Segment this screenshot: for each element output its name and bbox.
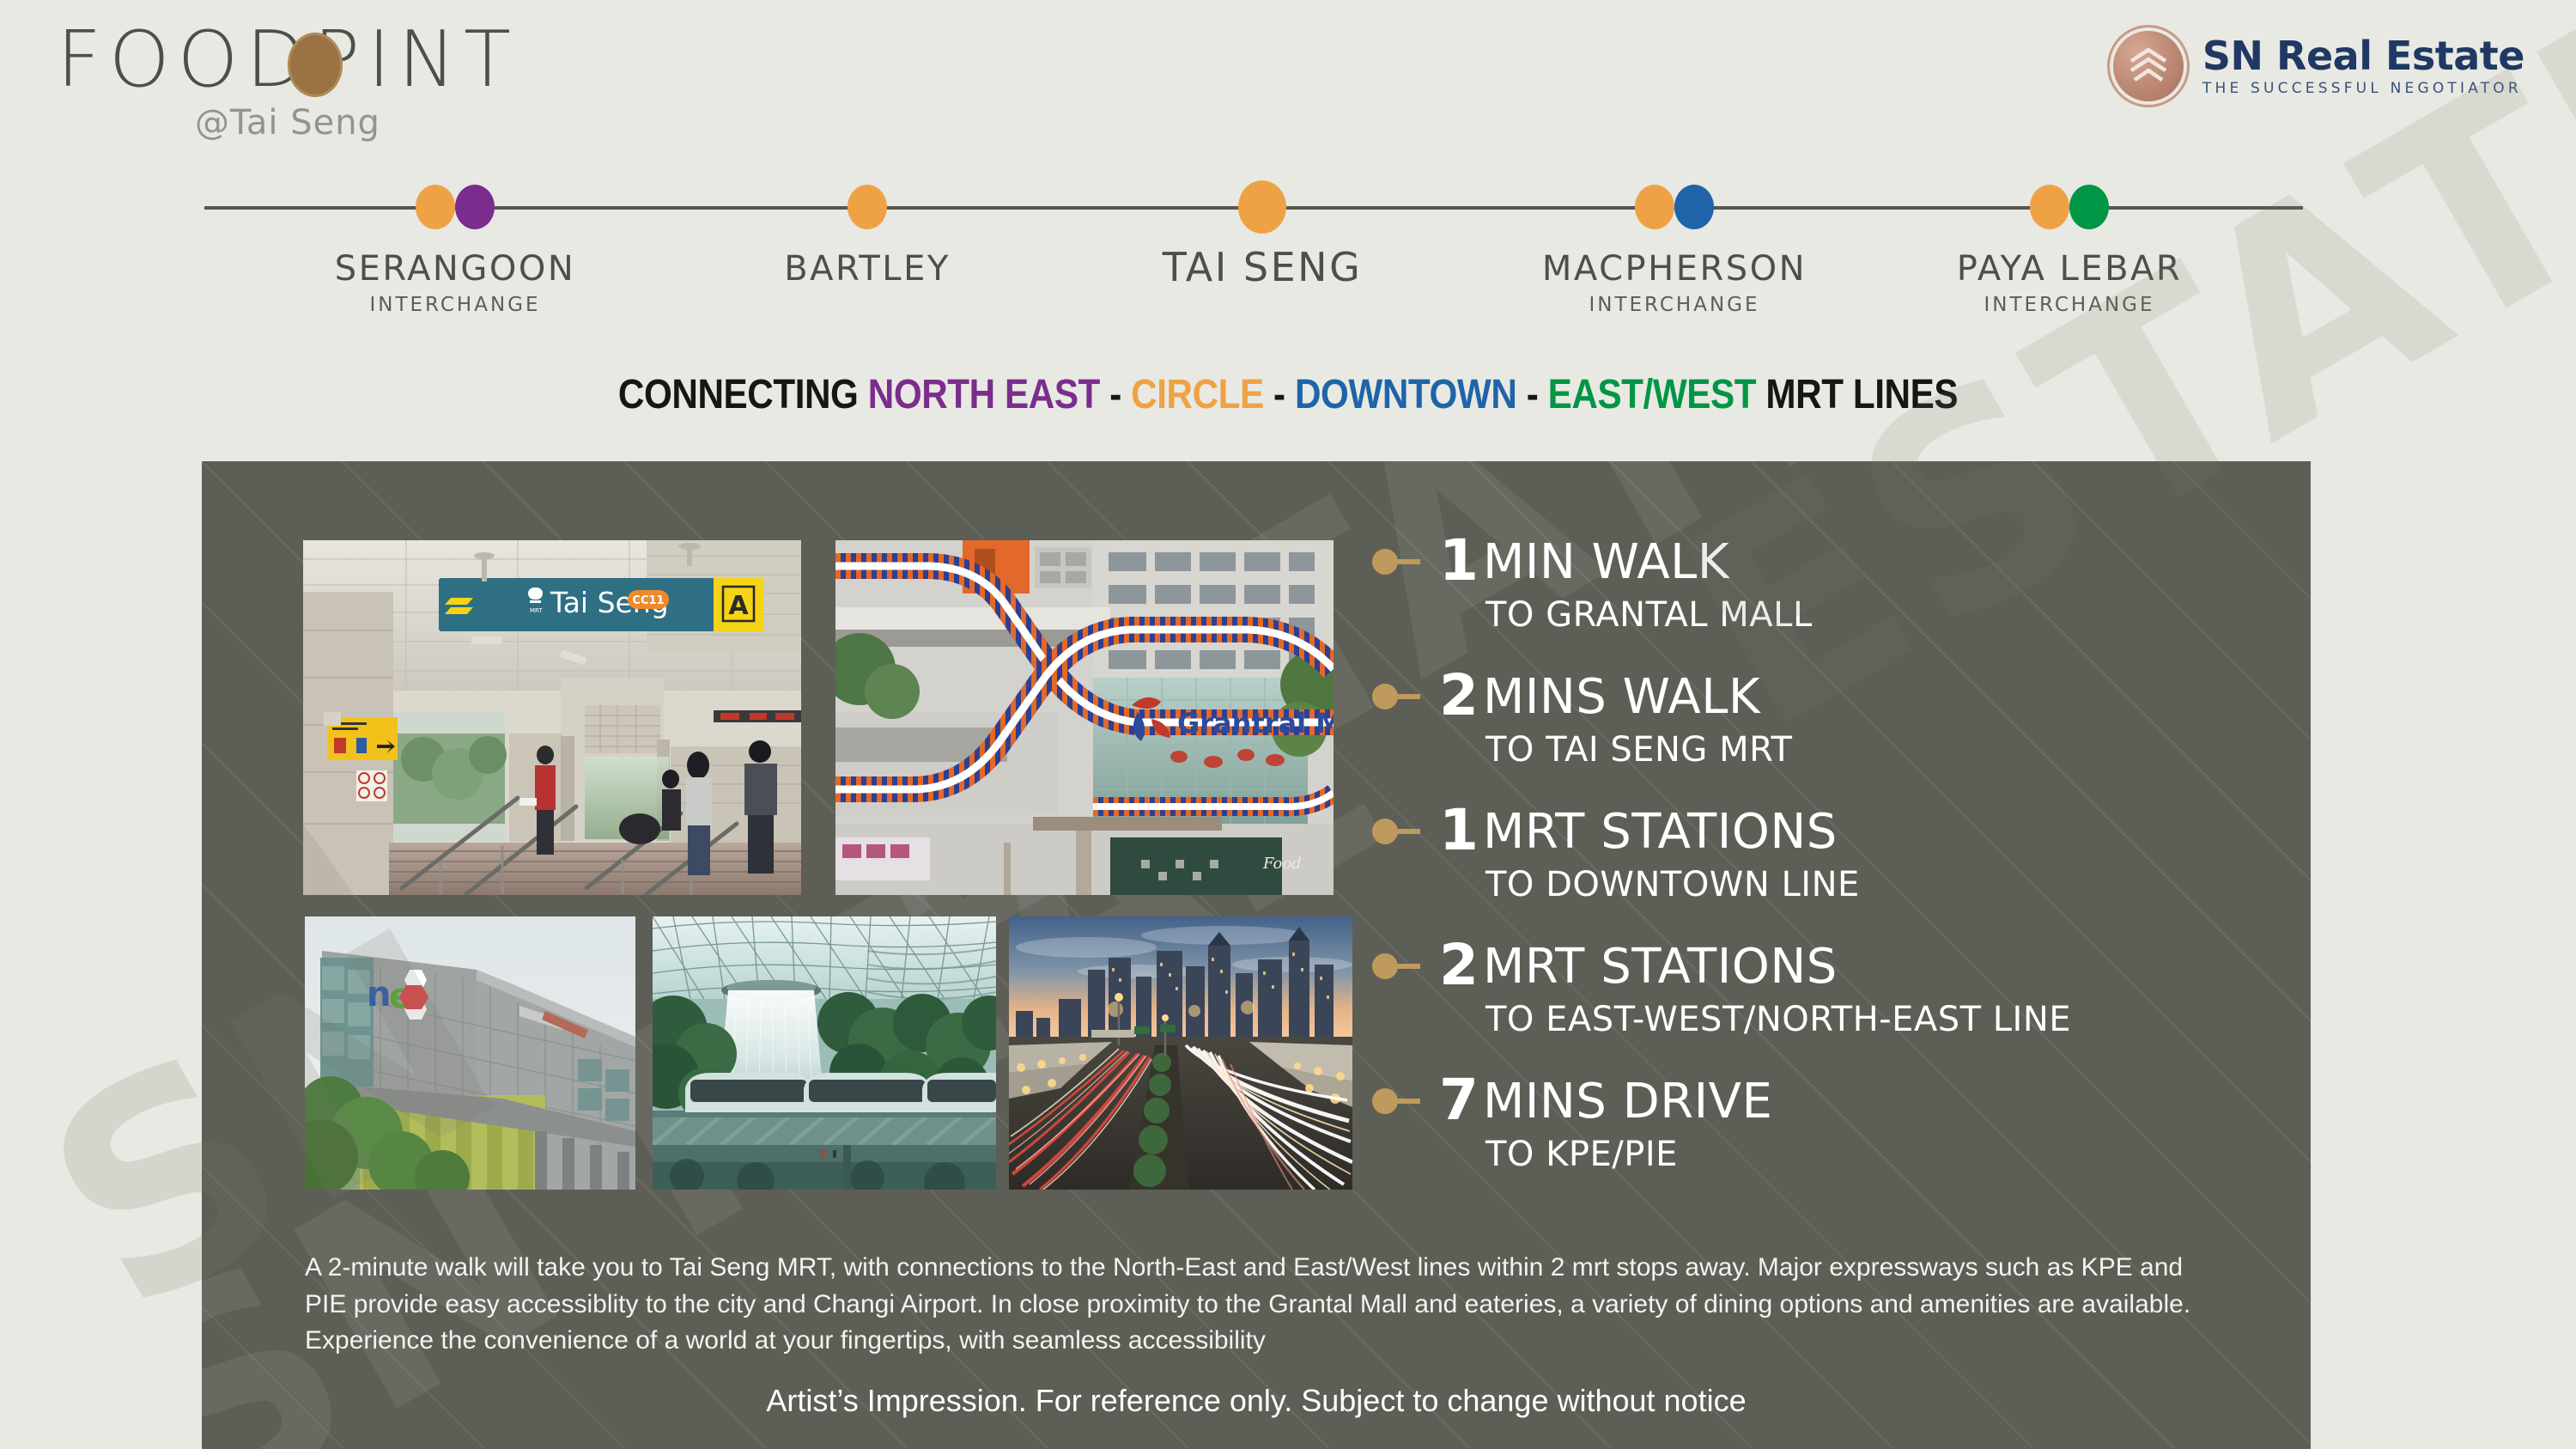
- mrt-line-dot: [1674, 185, 1714, 229]
- stats-list: 1 MIN WALK TO GRANTAL MALL 2 MINS WALK TO T…: [1372, 533, 2282, 1207]
- mrt-station-name: MACPHERSON: [1541, 249, 1807, 289]
- mrt-dot-group: [1451, 180, 1898, 234]
- mrt-station-paya-lebar[interactable]: PAYA LEBAR INTERCHANGE: [1846, 180, 2293, 316]
- mrt-dot-group: [644, 180, 1091, 234]
- mrt-line-dot: [848, 185, 887, 229]
- disclaimer-text: Artist’s Impression. For reference only.…: [766, 1383, 1747, 1418]
- stat-item: 2 MRT STATIONS TO EAST-WEST/NORTH-EAST LI…: [1372, 937, 2282, 1039]
- photo-grantral-mall: Grantral Mall Food: [835, 540, 1334, 895]
- connecting-suffix: MRT LINES: [1756, 372, 1959, 417]
- mrt-line-dot: [1238, 180, 1286, 234]
- mrt-station-sub: INTERCHANGE: [369, 294, 541, 316]
- mrt-station-serangoon[interactable]: SERANGOON INTERCHANGE: [232, 180, 678, 316]
- stat-unit: MINS WALK: [1483, 669, 1761, 725]
- stat-unit: MIN WALK: [1483, 534, 1730, 590]
- mrt-dot-group: [1039, 180, 1485, 234]
- stat-headline: 1 MIN WALK: [1372, 533, 2282, 591]
- sn-real-estate-logo: SN Real Estate THE SUCCESSFUL NEGOTIATOR: [2112, 31, 2525, 101]
- stat-detail: TO EAST-WEST/NORTH-EAST LINE: [1485, 1000, 2072, 1039]
- logo-text-post: INT: [368, 15, 519, 105]
- mrt-station-macpherson[interactable]: MACPHERSON INTERCHANGE: [1451, 180, 1898, 316]
- connecting-line-name: CIRCLE: [1131, 372, 1264, 417]
- connecting-line-name: -: [1099, 372, 1132, 417]
- stat-detail: TO DOWNTOWN LINE: [1485, 865, 1860, 904]
- logo-subtitle: @Tai Seng: [195, 103, 380, 143]
- stat-unit: MRT STATIONS: [1483, 804, 1838, 860]
- stat-item: 1 MRT STATIONS TO DOWNTOWN LINE: [1372, 802, 2282, 904]
- connecting-lines-caption: CONNECTING NORTH EAST - CIRCLE - DOWNTOW…: [155, 371, 2421, 418]
- mrt-line-dot: [2069, 185, 2109, 229]
- logo-wordmark: FOODPINT: [0, 19, 575, 101]
- stat-headline: 2 MINS WALK: [1372, 667, 2282, 726]
- connecting-line-name: NORTH EAST: [867, 372, 1101, 417]
- photo-jewel-changi: [653, 916, 996, 1190]
- sn-emblem-icon: [2112, 31, 2184, 101]
- stat-item: 7 MINS DRIVE TO KPE/PIE: [1372, 1072, 2282, 1174]
- svg-text:Grantral Mall: Grantral Mall: [1177, 707, 1334, 740]
- svg-text:MRT: MRT: [530, 607, 543, 614]
- stat-detail: TO TAI SENG MRT: [1485, 730, 1793, 770]
- svg-text:Food: Food: [1262, 855, 1302, 873]
- mrt-timeline: SERANGOON INTERCHANGE BARTLEY TAI SENG MACPH…: [0, 180, 2576, 335]
- pin-marker-icon: [1372, 684, 1420, 709]
- connecting-prefix: CONNECTING: [617, 372, 868, 417]
- svg-text:CC11: CC11: [632, 594, 664, 607]
- mrt-line-dot: [416, 185, 455, 229]
- mrt-station-sub: INTERCHANGE: [1984, 294, 2155, 316]
- description-paragraph: A 2-minute walk will take you to Tai Sen…: [305, 1253, 2191, 1355]
- mrt-dot-group: [1846, 180, 2293, 234]
- photo-nex-mall: n e: [305, 916, 635, 1190]
- mrt-station-name: PAYA LEBAR: [1956, 249, 2183, 289]
- stat-number: 2: [1439, 662, 1479, 728]
- mrt-station-bartley[interactable]: BARTLEY: [644, 180, 1091, 289]
- photo-expressway: [1009, 916, 1352, 1190]
- svg-text:A: A: [728, 591, 749, 621]
- stat-number: 1: [1439, 527, 1479, 594]
- svg-text:n: n: [367, 975, 391, 1014]
- stat-detail: TO KPE/PIE: [1485, 1135, 1678, 1174]
- stat-unit: MINS DRIVE: [1483, 1074, 1773, 1129]
- agency-tagline: THE SUCCESSFUL NEGOTIATOR: [2202, 80, 2522, 97]
- mrt-station-name: BARTLEY: [784, 249, 951, 289]
- connecting-line-name: EAST/WEST: [1547, 372, 1757, 417]
- stat-headline: 1 MRT STATIONS: [1372, 802, 2282, 861]
- stat-headline: 2 MRT STATIONS: [1372, 937, 2282, 995]
- connecting-line-name: -: [1263, 372, 1295, 417]
- connecting-line-name: -: [1516, 372, 1548, 417]
- connecting-line-name: DOWNTOWN: [1294, 372, 1517, 417]
- pin-marker-icon: [1372, 549, 1420, 575]
- mrt-line-dot: [1635, 185, 1674, 229]
- pin-marker-icon: [1372, 1088, 1420, 1114]
- page-header: FOODPINT @Tai Seng SN Real Estate THE SU…: [0, 0, 2576, 176]
- agency-name: SN Real Estate: [2202, 33, 2525, 79]
- photo-tai-seng-mrt: A MRT Tai Seng CC11: [303, 540, 801, 895]
- logo-dot-icon: [288, 33, 343, 97]
- mrt-station-sub: INTERCHANGE: [1589, 294, 1760, 316]
- mrt-station-name: SERANGOON: [334, 249, 576, 289]
- foodpoint-logo: FOODPINT @Tai Seng: [0, 19, 575, 143]
- pin-marker-icon: [1372, 819, 1420, 844]
- stat-number: 1: [1439, 797, 1479, 863]
- feature-panel: SN REAL ESTATE: [202, 461, 2311, 1449]
- mrt-line-dot: [455, 185, 495, 229]
- stat-number: 2: [1439, 932, 1479, 998]
- stat-item: 1 MIN WALK TO GRANTAL MALL: [1372, 533, 2282, 635]
- stat-detail: TO GRANTAL MALL: [1485, 595, 1813, 635]
- mrt-line-dot: [2030, 185, 2069, 229]
- mrt-dot-group: [232, 180, 678, 234]
- stat-number: 7: [1439, 1067, 1479, 1133]
- mrt-station-tai-seng[interactable]: TAI SENG: [1039, 180, 1485, 290]
- mrt-station-name: TAI SENG: [1162, 244, 1363, 290]
- stat-item: 2 MINS WALK TO TAI SENG MRT: [1372, 667, 2282, 770]
- stat-unit: MRT STATIONS: [1483, 939, 1838, 995]
- pin-marker-icon: [1372, 953, 1420, 979]
- stat-headline: 7 MINS DRIVE: [1372, 1072, 2282, 1130]
